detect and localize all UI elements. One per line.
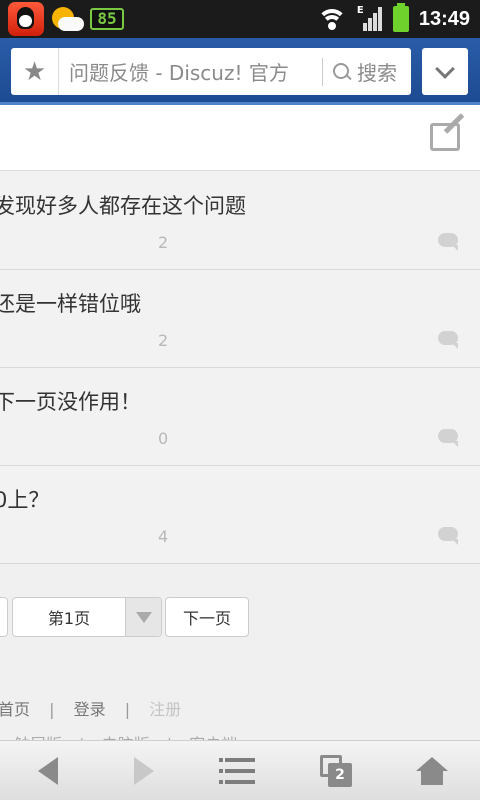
tabs-button[interactable]: 2 [288, 741, 384, 800]
reply-count: 0 [158, 429, 169, 448]
back-arrow-icon [38, 757, 58, 785]
back-button[interactable] [0, 741, 96, 800]
qq-notification-icon [8, 2, 44, 36]
thread-title[interactable]: 发现好多人都存在这个问题 [0, 190, 246, 220]
battery-icon [392, 3, 409, 32]
signal-icon: E [357, 5, 383, 31]
thread-list: 发现好多人都存在这个问题 2 还是一样错位哦 2 下一页没作用！ 0 0上？ 4 [0, 172, 480, 564]
home-button[interactable] [384, 741, 480, 800]
tabs-icon: 2 [320, 755, 352, 787]
pagination: 第1页 下一页 [0, 597, 480, 637]
footer-links: 首页 | 登录 | 注册 [0, 696, 195, 720]
wifi-icon [316, 7, 347, 31]
comment-icon [438, 233, 458, 251]
footer-link-home[interactable]: 首页 [0, 700, 30, 719]
tab-count: 2 [328, 763, 352, 787]
weather-icon [48, 3, 86, 35]
thread-row[interactable]: 还是一样错位哦 2 [0, 270, 480, 368]
reply-count: 2 [158, 233, 169, 252]
thread-row[interactable]: 0上？ 4 [0, 466, 480, 564]
page-title-field[interactable]: 问题反馈 - Discuz! 官方 [59, 57, 322, 86]
footer-link-login[interactable]: 登录 [74, 700, 106, 719]
next-page-button[interactable]: 下一页 [165, 597, 249, 637]
page-header [0, 105, 480, 171]
bookmark-star-icon[interactable]: ★ [11, 48, 59, 95]
chevron-down-icon [435, 58, 455, 79]
clock: 13:49 [418, 7, 470, 30]
thread-title[interactable]: 还是一样错位哦 [0, 288, 141, 318]
footer-separator: | [49, 700, 55, 719]
page-select-value: 第1页 [47, 609, 91, 628]
thread-row[interactable]: 下一页没作用！ 0 [0, 368, 480, 466]
home-icon [416, 757, 448, 785]
search-label: 搜索 [357, 61, 397, 85]
browser-url-bar: ★ 问题反馈 - Discuz! 官方 搜索 [0, 38, 480, 105]
footer-link-register[interactable]: 注册 [149, 700, 181, 719]
page-select[interactable]: 第1页 [12, 597, 162, 637]
search-icon [333, 62, 351, 81]
thread-title[interactable]: 下一页没作用！ [0, 386, 141, 416]
comment-icon [438, 527, 458, 545]
prev-page-button[interactable] [0, 597, 8, 637]
menu-button[interactable] [192, 741, 288, 800]
search-button[interactable]: 搜索 [323, 57, 411, 86]
forward-arrow-icon [134, 757, 154, 785]
battery-level-badge: 85 [90, 8, 124, 30]
thread-title[interactable]: 0上？ [0, 484, 49, 514]
url-field[interactable]: ★ 问题反馈 - Discuz! 官方 搜索 [11, 48, 411, 95]
browser-toolbar: 2 [0, 740, 480, 800]
reply-count: 4 [158, 527, 169, 546]
status-bar: 85 E 13:49 [0, 0, 480, 38]
footer-separator: | [124, 700, 131, 719]
comment-icon [438, 331, 458, 349]
reply-count: 2 [158, 331, 169, 350]
menu-icon [219, 758, 255, 784]
dropdown-arrow-icon[interactable] [125, 598, 161, 636]
thread-row[interactable]: 发现好多人都存在这个问题 2 [0, 172, 480, 270]
forward-button[interactable] [96, 741, 192, 800]
new-post-edit-icon[interactable] [428, 113, 466, 153]
url-dropdown-button[interactable] [422, 48, 468, 95]
comment-icon [438, 429, 458, 447]
